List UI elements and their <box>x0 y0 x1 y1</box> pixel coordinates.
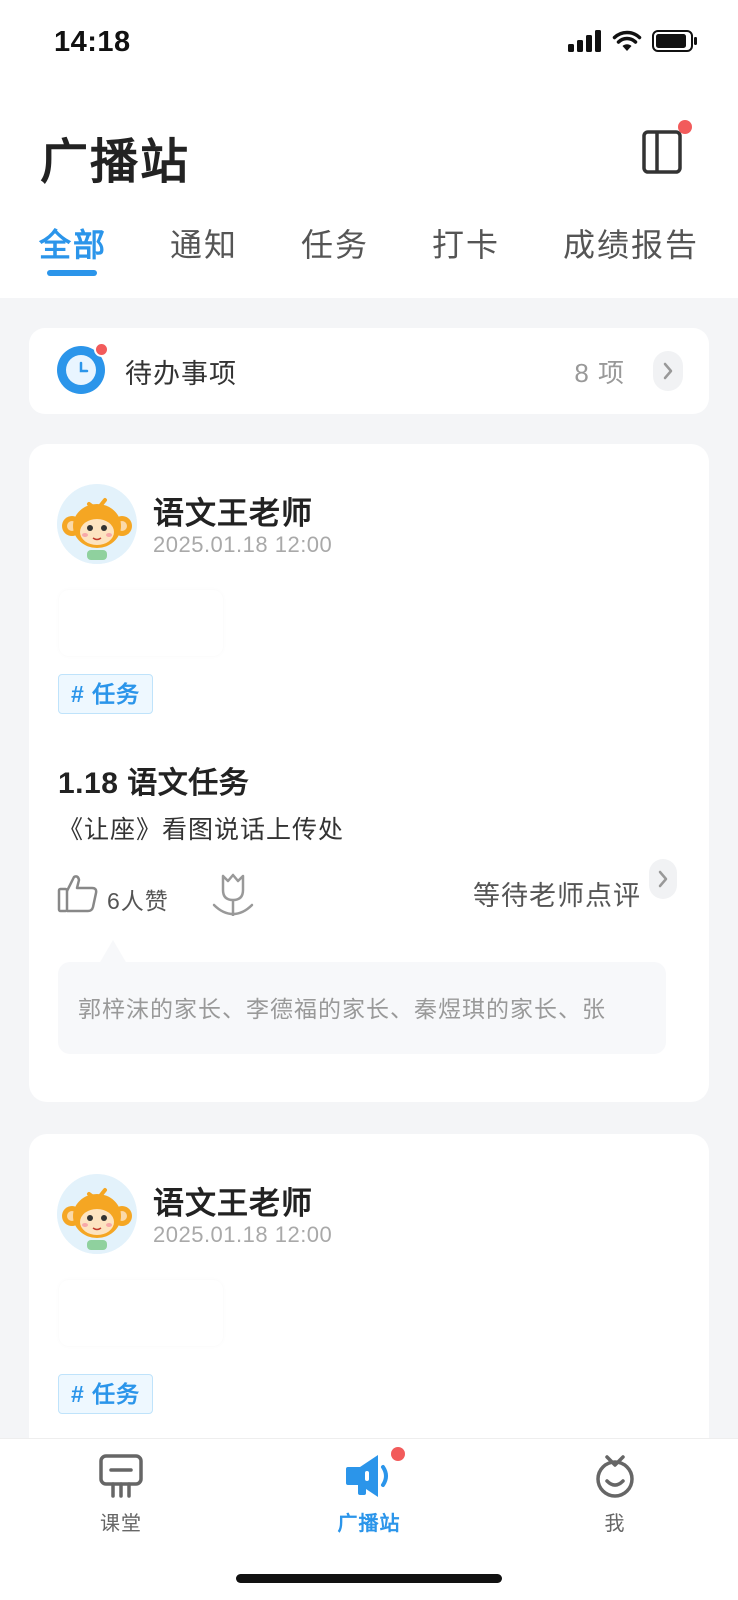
monkey-avatar-icon <box>57 1174 137 1254</box>
broadcast-icon <box>346 1455 388 1497</box>
profile-icon <box>596 1455 634 1498</box>
nav-label: 课堂 <box>100 1513 142 1535</box>
classroom-icon <box>99 1454 143 1498</box>
todo-count: 8 项 <box>574 358 625 388</box>
home-indicator <box>236 1574 502 1583</box>
task-tag[interactable]: # 任务 <box>58 674 154 714</box>
flower-icon[interactable] <box>209 872 257 918</box>
nav-profile[interactable]: 我 <box>555 1453 675 1543</box>
media-placeholder <box>59 1280 223 1346</box>
tab-task[interactable]: 任务 <box>301 220 369 266</box>
task-tag[interactable]: # 任务 <box>58 1374 154 1414</box>
post-author: 语文王老师 <box>153 1186 313 1221</box>
page-header: 广播站 全部 通知 任务 打卡 成绩报告 <box>0 90 738 298</box>
nav-broadcast[interactable]: 广播站 <box>309 1447 429 1543</box>
todo-badge-dot <box>94 342 109 357</box>
signal-icon <box>568 30 601 52</box>
todo-label: 待办事项 <box>125 359 237 389</box>
monkey-avatar-icon <box>57 484 137 564</box>
chevron-right-icon[interactable] <box>649 859 677 899</box>
app-screen: 14:18 广播站 全部 通知 任务 打卡 成绩报告 待办事项 8 项 语文王老… <box>0 0 738 1600</box>
post-title: 1.18 语文任务 <box>58 767 250 800</box>
chevron-right-icon <box>653 351 683 391</box>
post-card[interactable]: 语文王老师 2025.01.18 12:00 # 任务 1.18 语文任务 《让… <box>29 444 709 1102</box>
likers-text: 郭梓沫的家长、李德福的家长、秦煜琪的家长、张 <box>78 996 606 1022</box>
likers-list: 郭梓沫的家长、李德福的家长、秦煜琪的家长、张 <box>58 962 666 1054</box>
broadcast-badge-dot <box>391 1447 405 1461</box>
tab-notice[interactable]: 通知 <box>170 220 238 266</box>
post-time: 2025.01.18 12:00 <box>153 532 333 557</box>
clock-icon <box>57 342 109 394</box>
notification-dot <box>678 120 692 134</box>
nav-classroom[interactable]: 课堂 <box>61 1453 181 1543</box>
post-card[interactable]: 语文王老师 2025.01.18 12:00 # 任务 <box>29 1134 709 1464</box>
tab-report[interactable]: 成绩报告 <box>563 220 699 266</box>
post-description: 《让座》看图说话上传处 <box>58 816 345 844</box>
active-tab-indicator <box>47 270 97 276</box>
thumbs-up-icon[interactable] <box>57 872 99 914</box>
teacher-avatar <box>57 484 137 564</box>
status-bar: 14:18 <box>0 0 738 90</box>
wifi-icon <box>612 30 642 51</box>
page-title: 广播站 <box>40 136 191 189</box>
media-placeholder <box>59 590 223 656</box>
battery-icon <box>652 30 697 52</box>
post-time: 2025.01.18 12:00 <box>153 1222 333 1247</box>
status-icons <box>568 30 698 52</box>
tab-checkin[interactable]: 打卡 <box>432 220 500 266</box>
teacher-avatar <box>57 1174 137 1254</box>
sidebar-toggle-button[interactable] <box>642 120 692 174</box>
tab-all[interactable]: 全部 <box>39 220 107 266</box>
review-status[interactable]: 等待老师点评 <box>473 874 641 913</box>
likers-pointer <box>99 940 127 964</box>
post-author: 语文王老师 <box>153 496 313 531</box>
status-time: 14:18 <box>54 26 131 58</box>
like-count: 6人赞 <box>107 888 169 914</box>
nav-label: 广播站 <box>337 1513 401 1535</box>
todo-card[interactable]: 待办事项 8 项 <box>29 328 709 414</box>
nav-label: 我 <box>604 1513 626 1535</box>
category-tabs: 全部 通知 任务 打卡 成绩报告 <box>0 220 738 290</box>
sidebar-icon <box>642 130 682 174</box>
